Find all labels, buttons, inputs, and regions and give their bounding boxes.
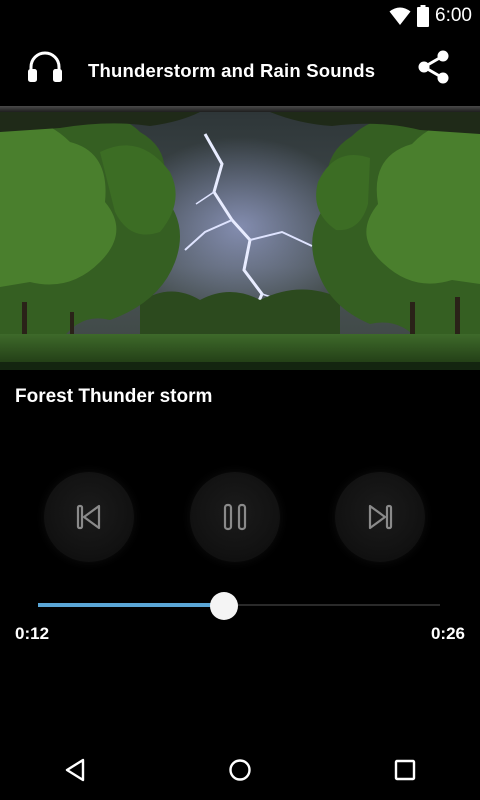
status-time: 6:00 <box>435 5 472 26</box>
share-icon[interactable] <box>416 49 452 85</box>
status-bar: 6:00 <box>0 0 480 32</box>
back-icon <box>65 758 85 782</box>
total-time: 0:26 <box>430 624 465 643</box>
seek-bar[interactable] <box>38 592 440 620</box>
pause-icon <box>223 503 247 531</box>
status-icons: 6:00 <box>389 4 472 28</box>
seek-thumb[interactable] <box>209 592 238 620</box>
elapsed-time: 0:12 <box>15 624 50 643</box>
battery-icon <box>417 5 430 27</box>
recents-icon <box>394 759 416 781</box>
headphones-icon <box>28 51 62 82</box>
previous-button[interactable] <box>44 472 134 562</box>
seek-progress <box>38 603 224 607</box>
navigation-bar <box>0 740 480 800</box>
wifi-icon <box>389 7 411 25</box>
home-icon <box>229 759 251 781</box>
nav-recents-button[interactable] <box>385 754 425 786</box>
next-button[interactable] <box>335 472 425 562</box>
skip-previous-icon <box>76 504 101 530</box>
nav-home-button[interactable] <box>220 754 260 786</box>
track-title: Forest Thunder storm <box>15 386 213 407</box>
app-bar: Thunderstorm and Rain Sounds <box>0 32 480 106</box>
skip-next-icon <box>368 504 393 530</box>
app-title: Thunderstorm and Rain Sounds <box>88 60 376 81</box>
track-artwork <box>0 112 480 370</box>
pause-button[interactable] <box>190 472 280 562</box>
nav-back-button[interactable] <box>55 754 95 786</box>
